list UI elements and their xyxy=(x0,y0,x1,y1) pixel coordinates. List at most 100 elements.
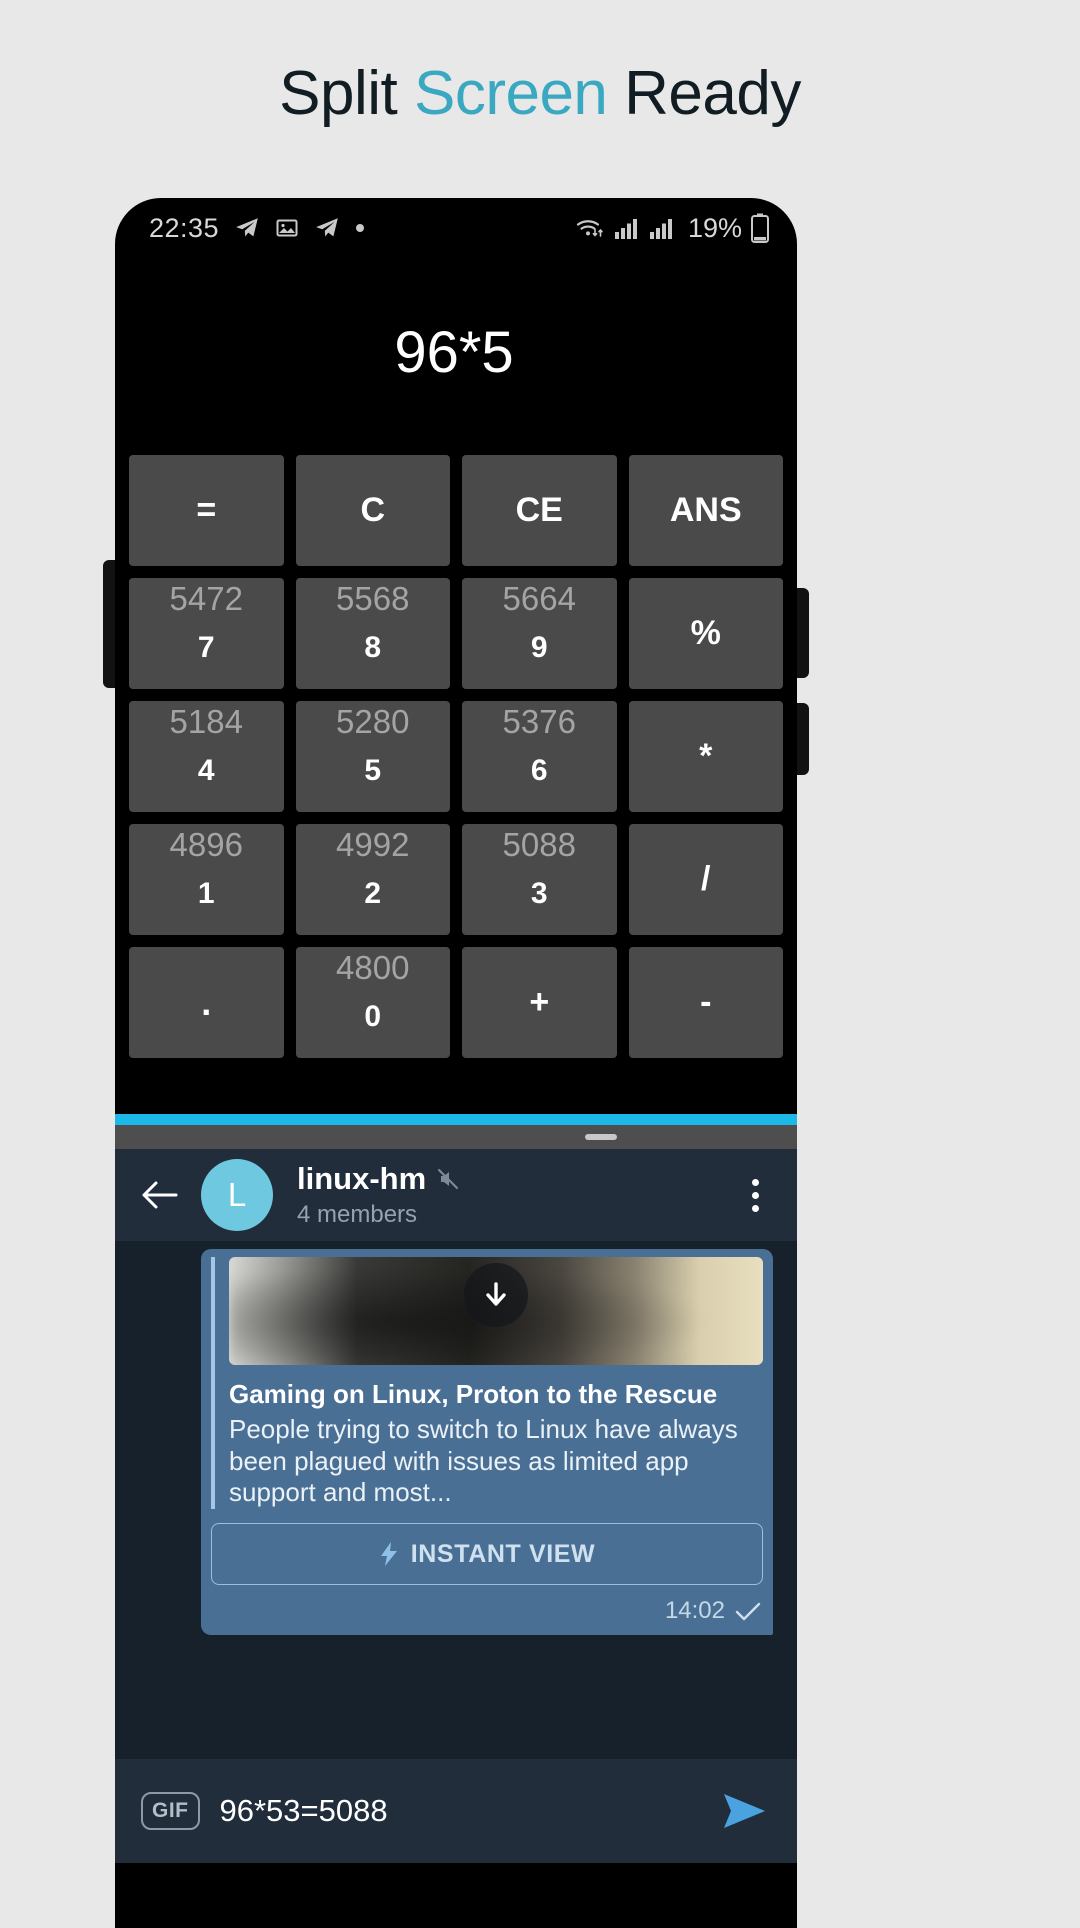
drag-handle-icon[interactable] xyxy=(585,1134,617,1140)
chat-messages: Gaming on Linux, Proton to the Rescue Pe… xyxy=(115,1249,797,1636)
message-bubble[interactable]: Gaming on Linux, Proton to the Rescue Pe… xyxy=(201,1249,773,1636)
calc-key-label: C xyxy=(360,491,386,529)
calc-key-hint: 5088 xyxy=(502,826,576,863)
page-title-part1: Split xyxy=(279,59,398,128)
chat-title: linux-hm xyxy=(297,1161,427,1196)
calc-key-3[interactable]: 5088 3 xyxy=(462,824,617,935)
calc-key-hint: 4800 xyxy=(336,949,410,986)
calc-key-label: CE xyxy=(515,491,563,529)
calc-key-hint: 5184 xyxy=(169,703,243,740)
calc-key-c[interactable]: C xyxy=(295,455,450,566)
calculator-keypad: = C CE ANS 5472 7 5568 8 5664 9% 5184 4 5280 5 5376 6 * 4… xyxy=(129,455,783,1058)
calc-key-label: 7 xyxy=(197,630,215,664)
check-icon xyxy=(735,1601,761,1621)
calc-key-9[interactable]: 5664 9 xyxy=(462,578,617,689)
calc-key-ans[interactable]: ANS xyxy=(628,455,783,566)
chat-header: L linux-hm 4 members xyxy=(115,1149,797,1241)
message-meta: 14:02 xyxy=(211,1597,763,1625)
page-title: Split Screen Ready xyxy=(0,0,1080,129)
telegram-app: L linux-hm 4 members Gaming on Linux, Pr… xyxy=(115,1149,797,1863)
overflow-menu-icon[interactable] xyxy=(735,1178,775,1212)
status-bar-left: 22:35 xyxy=(149,213,365,244)
calc-key-dot[interactable]: . xyxy=(129,947,284,1058)
message-time: 14:02 xyxy=(664,1597,725,1625)
calc-key-label: 0 xyxy=(364,999,382,1033)
calculator-display: 96*5 xyxy=(394,320,514,385)
message-input[interactable]: 96*53=5088 xyxy=(220,1793,698,1829)
calc-key-7[interactable]: 5472 7 xyxy=(129,578,284,689)
status-time: 22:35 xyxy=(149,212,220,243)
phone-mockup: 22:35 19% 96*5 = C CE ANS 5472 7 5568 8 … xyxy=(103,198,809,1928)
calculator-app: 96*5 = C CE ANS 5472 7 5568 8 5664 9% 5184 4 5280 5 53… xyxy=(115,250,797,1114)
back-arrow-icon[interactable] xyxy=(139,1174,181,1216)
avatar[interactable]: L xyxy=(201,1159,273,1231)
battery-icon xyxy=(751,213,769,243)
calc-key-2[interactable]: 4992 2 xyxy=(295,824,450,935)
calc-key-ce[interactable]: CE xyxy=(462,455,617,566)
chat-members: 4 members xyxy=(297,1201,418,1228)
signal-bars-icon xyxy=(649,216,675,240)
calc-key-percent[interactable]: % xyxy=(628,578,783,689)
calc-key-label: * xyxy=(699,737,713,775)
page-title-part2: Screen xyxy=(413,59,608,128)
calc-key-hint: 4896 xyxy=(169,826,243,863)
calc-key-hint: 5664 xyxy=(502,580,576,617)
split-screen-divider[interactable] xyxy=(115,1125,797,1149)
link-preview[interactable]: Gaming on Linux, Proton to the Rescue Pe… xyxy=(211,1257,763,1510)
calc-key-6[interactable]: 5376 6 xyxy=(462,701,617,812)
calc-key-label: - xyxy=(700,983,712,1021)
calc-key-plus[interactable]: + xyxy=(462,947,617,1058)
calc-key-label: 6 xyxy=(530,753,548,787)
signal-bars-icon xyxy=(614,216,640,240)
calc-key-label: % xyxy=(690,614,721,652)
status-bar-right: 19% xyxy=(575,213,769,244)
calc-key-equals[interactable]: = xyxy=(129,455,284,566)
calc-key-label: 5 xyxy=(364,753,382,787)
calc-key-label: 8 xyxy=(364,630,382,664)
calc-key-minus[interactable]: - xyxy=(628,947,783,1058)
lightning-icon xyxy=(379,1541,399,1567)
message-input-bar: GIF 96*53=5088 xyxy=(115,1759,797,1863)
calc-key-label: / xyxy=(701,860,711,898)
send-icon[interactable] xyxy=(717,1790,771,1832)
calc-key-5[interactable]: 5280 5 xyxy=(295,701,450,812)
calc-key-divide[interactable]: / xyxy=(628,824,783,935)
telegram-icon xyxy=(234,215,260,241)
telegram-icon xyxy=(314,215,340,241)
calc-key-1[interactable]: 4896 1 xyxy=(129,824,284,935)
calc-key-label: 9 xyxy=(530,630,548,664)
calc-key-label: 3 xyxy=(530,876,548,910)
status-bar: 22:35 19% xyxy=(115,198,797,250)
phone-screen: 22:35 19% 96*5 = C CE ANS 5472 7 5568 8 … xyxy=(115,198,797,1928)
calc-key-hint: 4992 xyxy=(336,826,410,863)
dot-icon xyxy=(355,223,365,233)
calc-key-label: + xyxy=(529,983,550,1021)
calc-key-label: 2 xyxy=(364,876,382,910)
calc-key-0[interactable]: 4800 0 xyxy=(295,947,450,1058)
instant-view-label: INSTANT VIEW xyxy=(410,1539,596,1568)
calc-key-hint: 5472 xyxy=(169,580,243,617)
link-preview-image xyxy=(229,1257,763,1365)
calc-key-hint: 5568 xyxy=(336,580,410,617)
calc-key-multiply[interactable]: * xyxy=(628,701,783,812)
download-arrow-icon[interactable] xyxy=(464,1263,528,1327)
image-icon xyxy=(275,216,299,240)
calc-key-label: ANS xyxy=(669,491,742,529)
calc-key-8[interactable]: 5568 8 xyxy=(295,578,450,689)
battery-percent: 19% xyxy=(687,212,742,243)
calc-key-label: 4 xyxy=(197,753,215,787)
calc-key-label: = xyxy=(196,491,217,529)
split-screen-accent-bar xyxy=(115,1114,797,1125)
page-title-part3: Ready xyxy=(624,59,801,128)
gif-button[interactable]: GIF xyxy=(141,1792,200,1830)
calc-key-hint: 5280 xyxy=(336,703,410,740)
calc-key-hint: 5376 xyxy=(502,703,576,740)
link-title: Gaming on Linux, Proton to the Rescue xyxy=(229,1379,718,1409)
instant-view-button[interactable]: INSTANT VIEW xyxy=(211,1523,763,1586)
chat-title-block[interactable]: linux-hm 4 members xyxy=(293,1161,715,1229)
wifi-icon xyxy=(575,215,605,241)
calc-key-4[interactable]: 5184 4 xyxy=(129,701,284,812)
calc-key-label: 1 xyxy=(197,876,215,910)
mute-icon xyxy=(436,1167,460,1191)
link-description: People trying to switch to Linux have al… xyxy=(229,1414,738,1508)
